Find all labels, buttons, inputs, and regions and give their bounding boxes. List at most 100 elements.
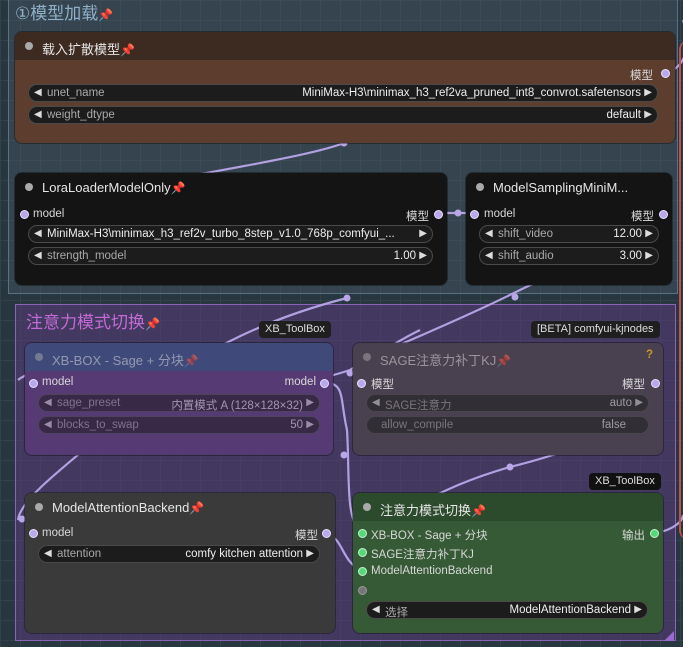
input-port-empty[interactable]: [358, 586, 367, 595]
arrow-right-icon[interactable]: ▶: [644, 87, 652, 98]
arrow-left-icon[interactable]: ◀: [372, 604, 380, 615]
input-port[interactable]: [357, 379, 366, 388]
output-port[interactable]: [434, 210, 443, 219]
arrow-right-icon[interactable]: ▶: [306, 419, 314, 430]
input-port[interactable]: [358, 529, 367, 538]
shift-audio-slider[interactable]: ◀ shift_audio 3.00 ▶: [479, 247, 659, 265]
arrow-right-icon[interactable]: ▶: [644, 109, 652, 120]
input-label: ModelAttentionBackend: [371, 565, 493, 577]
node-title: LoraLoaderModelOnly📌: [42, 180, 186, 195]
node-title: 注意力模式切换📌: [380, 503, 486, 518]
node-sage-attention-patch[interactable]: SAGE注意力补丁KJ📌 ? 模型 模型 ◀ SAGE注意力 auto ▶ al…: [353, 343, 663, 455]
collapse-dot[interactable]: [35, 503, 43, 511]
input-port[interactable]: [29, 529, 38, 538]
offscreen-node-edge: [679, 40, 683, 540]
arrow-right-icon[interactable]: ▶: [419, 228, 427, 239]
output-port[interactable]: [322, 529, 331, 538]
collapse-dot[interactable]: [25, 183, 33, 191]
blocks-to-swap-slider[interactable]: ◀ blocks_to_swap 50 ▶: [38, 416, 320, 434]
kjnodes-badge: [BETA] comfyui-kjnodes: [531, 321, 660, 338]
node-header[interactable]: 注意力模式切换📌: [353, 493, 663, 521]
arrow-left-icon[interactable]: ◀: [44, 419, 52, 430]
attention-combo[interactable]: ◀ attention comfy kitchen attention ▶: [38, 545, 320, 563]
collapse-dot[interactable]: [25, 42, 33, 50]
output-port[interactable]: [650, 529, 659, 538]
arrow-right-icon[interactable]: ▶: [645, 250, 653, 261]
collapse-dot[interactable]: [476, 183, 484, 191]
input-label: 模型: [371, 379, 394, 391]
node-attention-mode-switch[interactable]: 注意力模式切换📌 XB-BOX - Sage + 分块 SAGE注意力补丁KJ …: [353, 493, 663, 633]
input-port[interactable]: [358, 567, 367, 576]
input-label: model: [42, 376, 74, 388]
node-model-sampling[interactable]: ModelSamplingMiniM... model 模型 ◀ shift_v…: [466, 173, 672, 285]
input-label: model: [484, 208, 516, 220]
output-label: 输出: [622, 530, 645, 542]
node-diffusion-model-loader[interactable]: 载入扩散模型📌 模型 ◀ unet_name MiniMax-H3\minima…: [15, 32, 675, 143]
arrow-left-icon[interactable]: ◀: [372, 397, 380, 408]
strength-model-slider[interactable]: ◀ strength_model 1.00 ▶: [28, 247, 433, 265]
node-title: ModelAttentionBackend📌: [52, 500, 205, 515]
input-port[interactable]: [358, 548, 367, 557]
pin-icon: 📌: [189, 501, 205, 515]
collapse-dot[interactable]: [35, 353, 43, 361]
shift-video-slider[interactable]: ◀ shift_video 12.00 ▶: [479, 225, 659, 243]
pin-icon: 📌: [170, 181, 186, 195]
unet-name-combo[interactable]: ◀ unet_name MiniMax-H3\minimax_h3_ref2va…: [28, 84, 658, 102]
weight-dtype-combo[interactable]: ◀ weight_dtype default ▶: [28, 106, 658, 124]
node-title: ModelSamplingMiniM...: [493, 180, 629, 195]
input-port[interactable]: [29, 379, 38, 388]
node-header[interactable]: SAGE注意力补丁KJ📌 ?: [353, 343, 663, 371]
input-label: model: [42, 527, 74, 539]
resize-handle-icon[interactable]: [664, 631, 674, 641]
arrow-left-icon[interactable]: ◀: [485, 228, 493, 239]
node-title: XB-BOX - Sage + 分块📌: [52, 353, 199, 368]
output-label: 模型: [630, 70, 653, 82]
input-label: SAGE注意力补丁KJ: [371, 549, 474, 561]
arrow-left-icon[interactable]: ◀: [485, 250, 493, 261]
arrow-right-icon[interactable]: ▶: [419, 250, 427, 261]
arrow-left-icon[interactable]: ◀: [34, 109, 42, 120]
output-port[interactable]: [651, 379, 660, 388]
output-label: model: [284, 376, 316, 388]
output-port[interactable]: [661, 69, 670, 78]
pin-icon: 📌: [183, 354, 199, 368]
input-label: model: [33, 208, 65, 220]
allow-compile-toggle[interactable]: allow_compile false: [366, 416, 649, 434]
arrow-right-icon[interactable]: ▶: [635, 397, 643, 408]
node-model-attention-backend[interactable]: ModelAttentionBackend📌 model 模型 ◀ attent…: [25, 493, 335, 633]
output-label: 模型: [631, 211, 654, 223]
node-header[interactable]: 载入扩散模型📌: [15, 32, 675, 60]
arrow-right-icon[interactable]: ▶: [634, 604, 642, 615]
node-header[interactable]: ModelAttentionBackend📌: [25, 493, 335, 521]
node-lora-loader[interactable]: LoraLoaderModelOnly📌 model 模型 ◀ MiniMax-…: [15, 173, 447, 285]
select-combo[interactable]: ◀ 选择 ModelAttentionBackend ▶: [366, 601, 648, 619]
arrow-left-icon[interactable]: ◀: [34, 228, 42, 239]
sage-attention-combo[interactable]: ◀ SAGE注意力 auto ▶: [366, 394, 649, 412]
node-header[interactable]: ModelSamplingMiniM...: [466, 173, 672, 201]
node-title: 载入扩散模型📌: [42, 42, 135, 57]
help-icon[interactable]: ?: [646, 349, 653, 361]
arrow-left-icon[interactable]: ◀: [44, 397, 52, 408]
pin-icon: 📌: [471, 504, 486, 518]
node-header[interactable]: LoraLoaderModelOnly📌: [15, 173, 447, 201]
output-port[interactable]: [659, 210, 668, 219]
xb-toolbox-badge: XB_ToolBox: [589, 473, 661, 490]
node-title: SAGE注意力补丁KJ📌: [380, 353, 512, 368]
sage-preset-combo[interactable]: ◀ sage_preset 内置模式 A (128×128×32) ▶: [38, 394, 320, 412]
input-port[interactable]: [20, 210, 29, 219]
arrow-right-icon[interactable]: ▶: [645, 228, 653, 239]
lora-name-combo[interactable]: ◀ MiniMax-H3\minimax_h3_ref2v_turbo_8ste…: [28, 225, 433, 243]
node-xb-box-sage[interactable]: XB-BOX - Sage + 分块📌 model model ◀ sage_p…: [25, 343, 333, 455]
arrow-left-icon[interactable]: ◀: [34, 250, 42, 261]
input-port[interactable]: [470, 210, 479, 219]
arrow-left-icon[interactable]: ◀: [44, 548, 52, 559]
collapse-dot[interactable]: [363, 353, 371, 361]
output-port[interactable]: [320, 379, 329, 388]
arrow-right-icon[interactable]: ▶: [306, 397, 314, 408]
collapse-dot[interactable]: [363, 503, 371, 511]
arrow-left-icon[interactable]: ◀: [34, 87, 42, 98]
arrow-right-icon[interactable]: ▶: [306, 548, 314, 559]
node-header[interactable]: XB-BOX - Sage + 分块📌: [25, 343, 333, 371]
output-label: 模型: [622, 379, 645, 391]
pin-icon: 📌: [120, 43, 135, 57]
